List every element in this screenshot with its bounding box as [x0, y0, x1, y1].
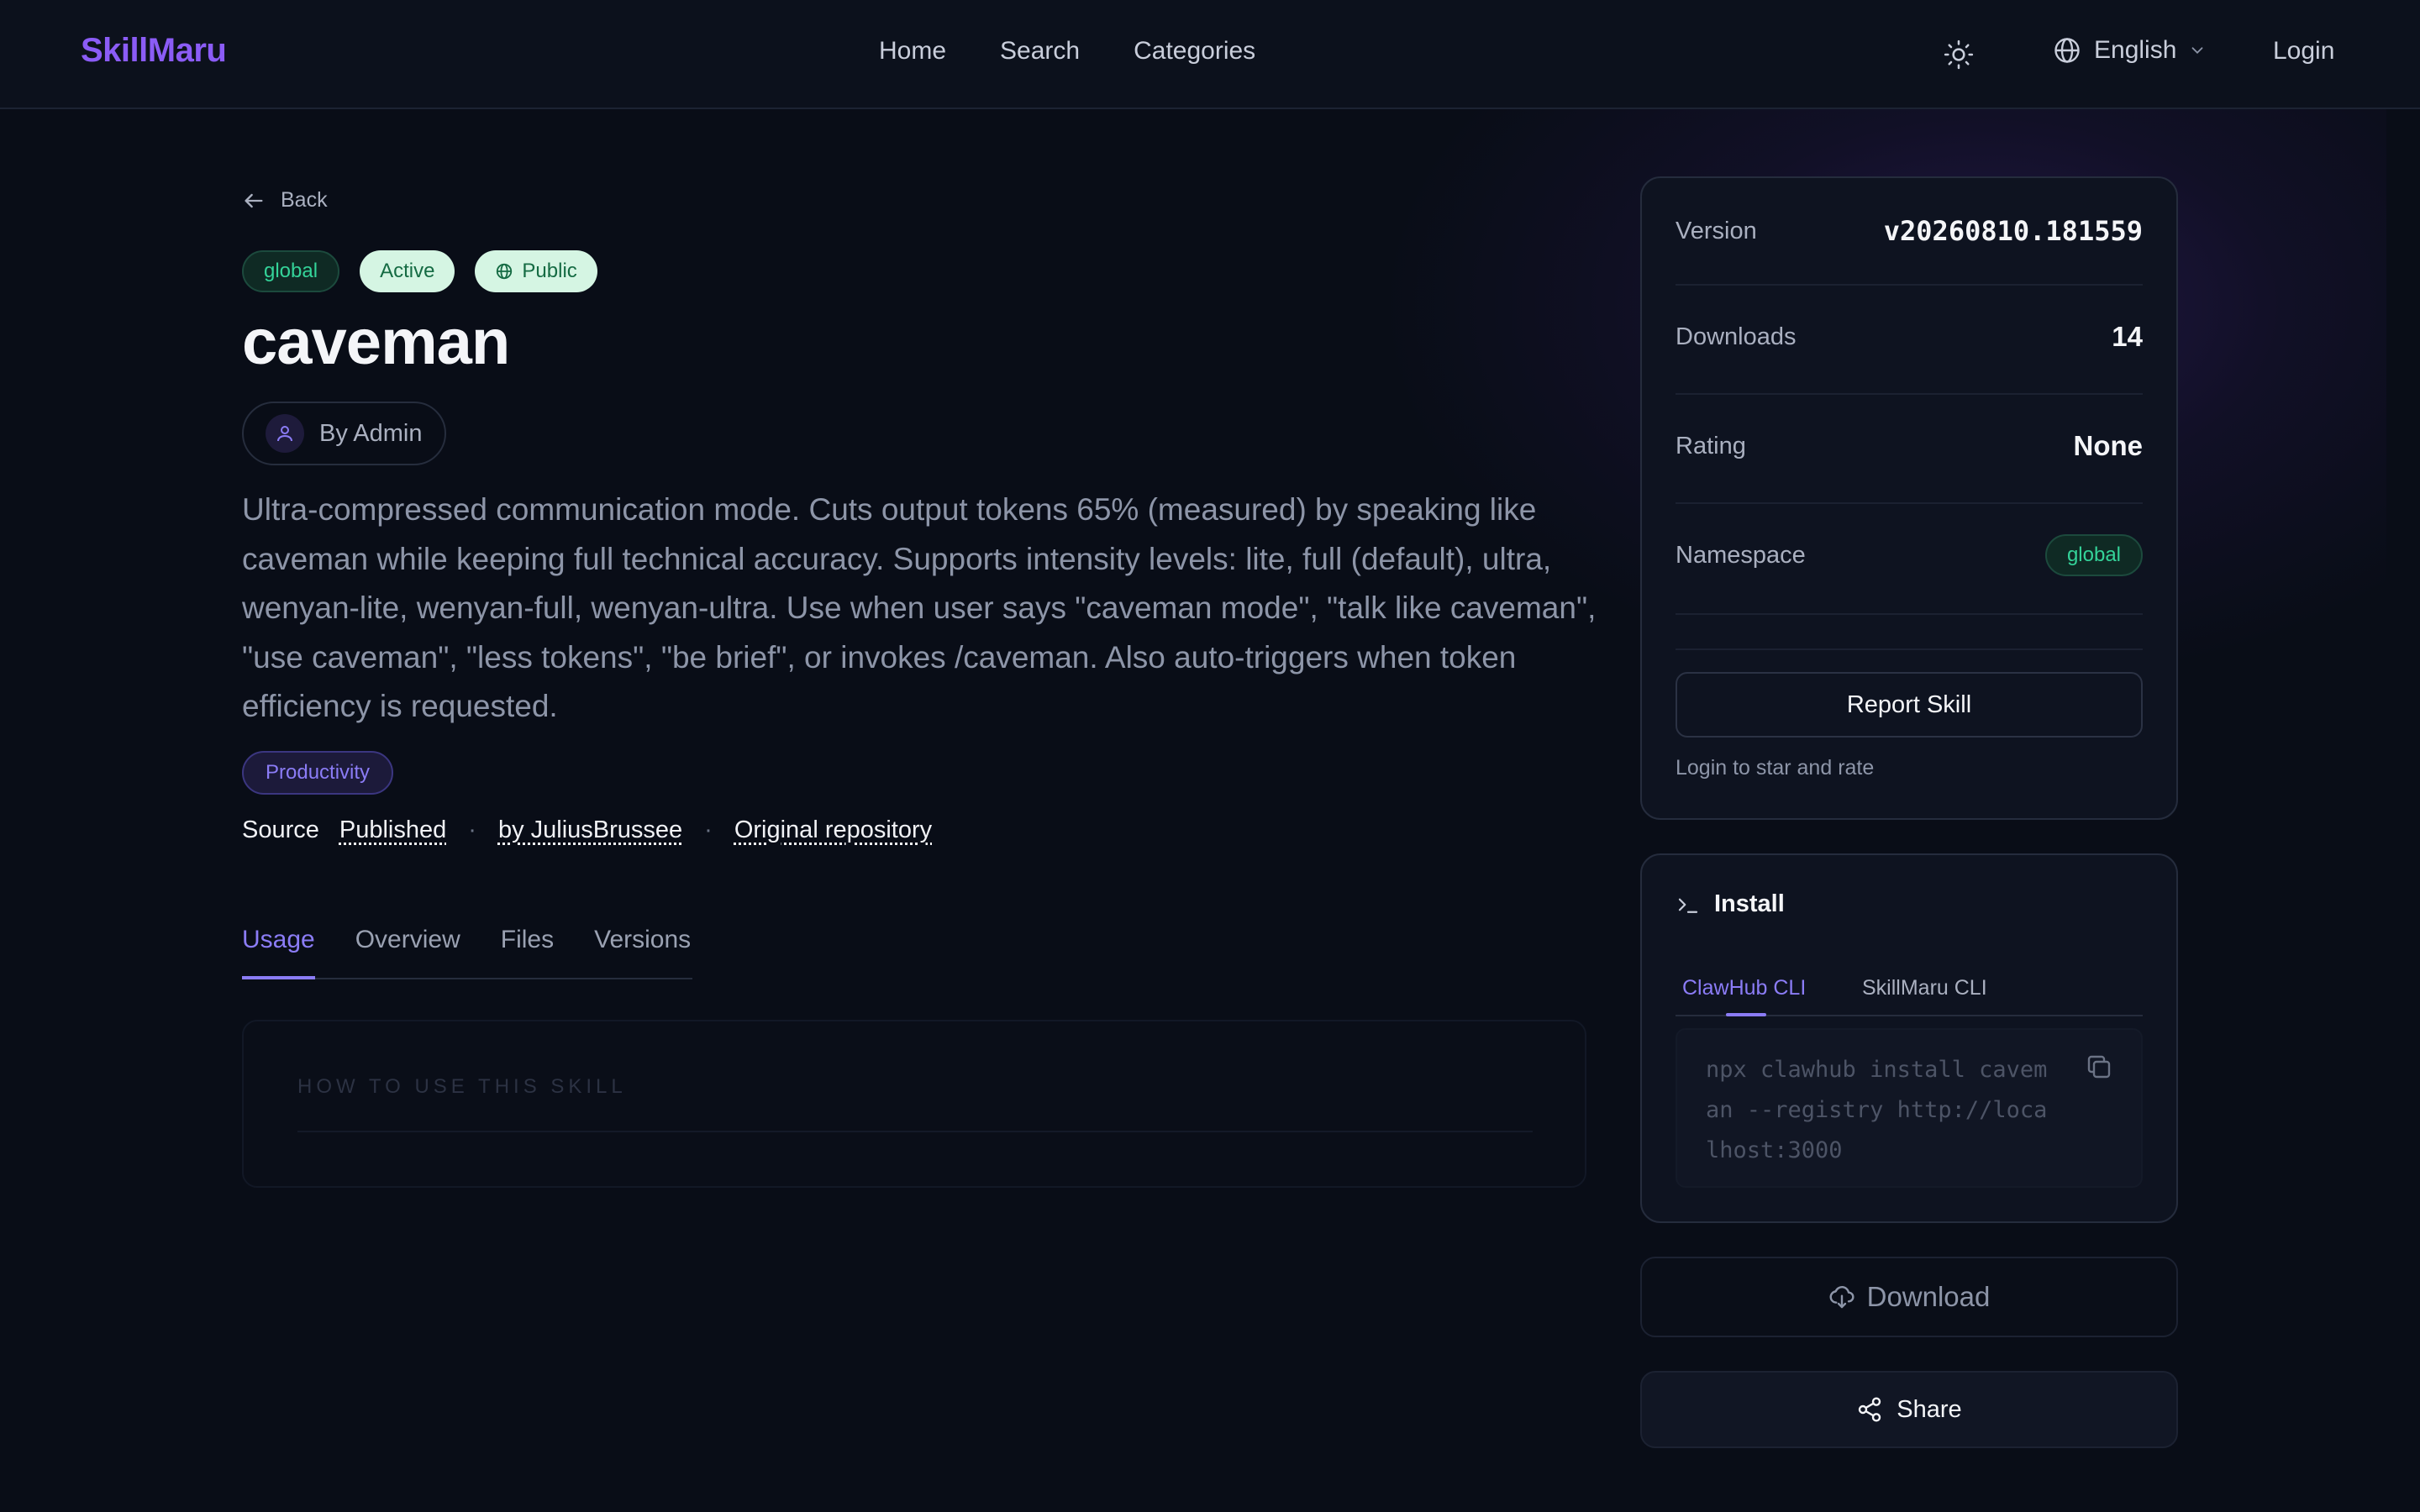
skill-info-card: Version v20260810.181559 Downloads 14 Ra…: [1640, 176, 2178, 820]
version-label: Version: [1676, 217, 1757, 244]
divider: [1676, 393, 2143, 395]
copy-icon: [2087, 1055, 2111, 1079]
visibility-badge: Public: [475, 250, 597, 292]
rating-label: Rating: [1676, 432, 1746, 459]
skill-tabs: Usage Overview Files Versions: [242, 924, 692, 979]
skill-description: Ultra-compressed communication mode. Cut…: [242, 492, 1597, 723]
namespace-badge: global: [242, 250, 340, 292]
install-card: Install ClawHub CLI SkillMaru CLI npx cl…: [1640, 853, 2178, 1223]
sun-icon: [1944, 39, 1974, 70]
downloads-row: Downloads 14: [1676, 321, 2143, 353]
chevron-down-icon: [2191, 47, 2203, 55]
category-tag[interactable]: Productivity: [242, 751, 394, 795]
usage-panel: HOW TO USE THIS SKILL: [242, 1020, 1586, 1188]
cloud-download-icon: [1829, 1286, 1854, 1309]
namespace-badge: global: [2044, 534, 2143, 576]
avatar: [266, 414, 304, 453]
theme-toggle-button[interactable]: [1943, 39, 1975, 71]
separator-dot: ·: [704, 816, 713, 843]
main-nav: Home Search Categories: [879, 37, 1255, 66]
install-command-box: npx clawhub install caveman --registry h…: [1676, 1028, 2143, 1188]
author-chip[interactable]: By Admin: [242, 402, 446, 465]
login-link[interactable]: Login: [2273, 37, 2334, 66]
user-icon: [277, 426, 292, 442]
version-row: Version v20260810.181559: [1676, 215, 2143, 247]
back-link[interactable]: Back: [242, 188, 328, 213]
divider: [297, 1131, 1533, 1132]
install-header: Install: [1676, 890, 1785, 918]
back-label: Back: [281, 188, 328, 212]
top-navbar: SkillMaru Home Search Categories English…: [0, 0, 2420, 109]
language-selector[interactable]: English: [2052, 35, 2207, 66]
visibility-label: Public: [522, 260, 577, 282]
rating-value: None: [2073, 430, 2144, 461]
install-title: Install: [1714, 890, 1785, 917]
source-line: Source Published · by JuliusBrussee · Or…: [242, 816, 932, 844]
downloads-value: 14: [2112, 321, 2143, 352]
install-tabs: ClawHub CLI SkillMaru CLI: [1676, 949, 2143, 1016]
terminal-icon: [1678, 898, 1698, 913]
author-link[interactable]: by JuliusBrussee: [498, 816, 682, 844]
author-label: By Admin: [319, 419, 423, 447]
copy-button[interactable]: [2084, 1052, 2118, 1085]
tab-versions[interactable]: Versions: [594, 924, 691, 979]
published-link[interactable]: Published: [339, 816, 446, 844]
nav-home[interactable]: Home: [879, 37, 946, 66]
report-skill-button[interactable]: Report Skill: [1676, 672, 2143, 738]
brand-logo[interactable]: SkillMaru: [81, 32, 227, 70]
login-note: Login to star and rate: [1676, 756, 1875, 780]
tab-usage[interactable]: Usage: [242, 924, 315, 979]
download-button[interactable]: Download: [1640, 1257, 2178, 1337]
globe-icon: [2054, 38, 2080, 63]
language-label: English: [2094, 36, 2177, 64]
tab-files[interactable]: Files: [501, 924, 554, 979]
share-button[interactable]: Share: [1640, 1371, 2178, 1448]
namespace-label: Namespace: [1676, 541, 1806, 569]
namespace-row: Namespace global: [1676, 534, 2143, 576]
rating-row: Rating None: [1676, 430, 2143, 462]
nav-search[interactable]: Search: [1000, 37, 1080, 66]
globe-icon: [497, 263, 513, 280]
share-label: Share: [1897, 1395, 1962, 1423]
divider: [1676, 648, 2143, 650]
download-label: Download: [1866, 1281, 1991, 1312]
tab-clawhub-cli[interactable]: ClawHub CLI: [1682, 976, 1806, 1000]
usage-heading: HOW TO USE THIS SKILL: [297, 1075, 627, 1098]
status-badge: Active: [360, 250, 455, 292]
version-value: v20260810.181559: [1883, 215, 2143, 247]
divider: [1676, 613, 2143, 615]
tab-overview[interactable]: Overview: [355, 924, 460, 979]
downloads-label: Downloads: [1676, 323, 1797, 350]
arrow-left-icon: [245, 193, 263, 207]
source-label: Source: [242, 816, 319, 843]
install-command[interactable]: npx clawhub install caveman --registry h…: [1706, 1050, 2059, 1171]
share-icon: [1859, 1397, 1881, 1422]
tab-skillmaru-cli[interactable]: SkillMaru CLI: [1862, 976, 1987, 1000]
divider: [1676, 502, 2143, 504]
skill-title: caveman: [242, 307, 510, 378]
separator-dot: ·: [468, 816, 476, 843]
divider: [1676, 284, 2143, 286]
repository-link[interactable]: Original repository: [734, 816, 932, 844]
skill-badges: global Active Public: [242, 250, 597, 292]
nav-categories[interactable]: Categories: [1134, 37, 1255, 66]
active-tab-indicator: [1726, 1013, 1766, 1016]
